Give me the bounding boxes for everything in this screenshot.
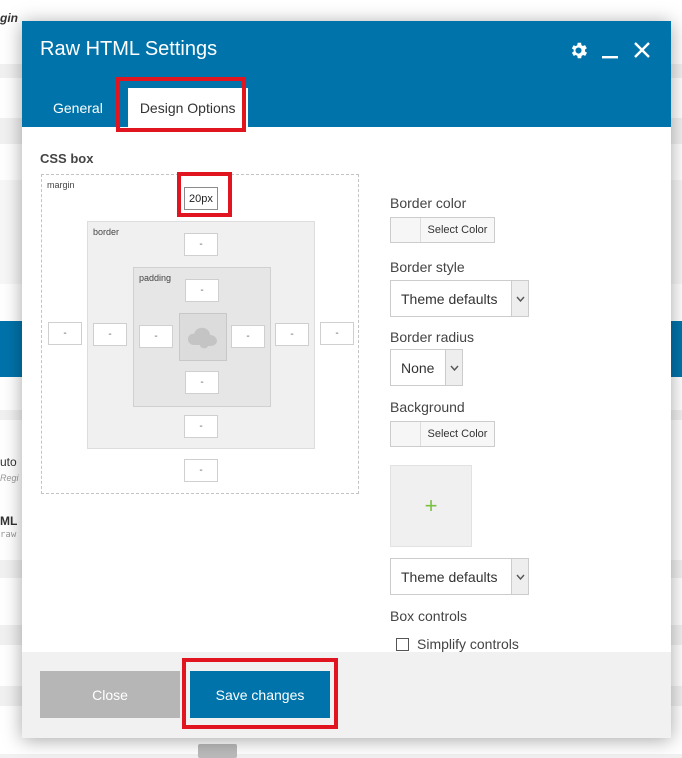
margin-top-input[interactable] [184, 187, 218, 210]
header-controls [567, 39, 653, 61]
minimize-icon[interactable] [599, 39, 621, 61]
border-label: border [93, 227, 120, 237]
chevron-down-icon [511, 281, 528, 316]
border-radius-label: Border radius [390, 329, 475, 345]
select-color-label: Select Color [427, 224, 488, 236]
css-box-padding: padding [133, 267, 271, 407]
modal-title: Raw HTML Settings [40, 38, 218, 60]
close-button[interactable]: Close [40, 671, 180, 718]
css-box-margin: margin border padding [41, 174, 359, 494]
bg-text-fragment: uto [0, 455, 17, 469]
border-radius-value: None [401, 359, 435, 376]
modal-header: Raw HTML Settings General Design Options [22, 21, 671, 127]
simplify-controls-label: Simplify controls [417, 636, 519, 652]
border-color-label: Border color [390, 195, 467, 211]
tab-design-options[interactable]: Design Options [127, 88, 248, 127]
border-style-value: Theme defaults [401, 290, 498, 307]
margin-label: margin [47, 180, 75, 190]
css-box-title: CSS box [40, 151, 94, 166]
padding-label: padding [139, 273, 172, 283]
box-controls-label: Box controls [390, 608, 468, 624]
border-bottom-input[interactable] [184, 415, 218, 438]
simplify-controls-row: Simplify controls [396, 636, 519, 652]
margin-left-input[interactable] [48, 322, 82, 345]
content-placeholder-icon [188, 327, 217, 349]
background-style-value: Theme defaults [401, 568, 498, 585]
modal-tabs: General Design Options [40, 88, 248, 127]
border-radius-select[interactable]: None [390, 349, 463, 386]
border-color-picker[interactable]: Select Color [390, 217, 495, 243]
modal-body: CSS box margin border padding [22, 127, 671, 652]
settings-modal: Raw HTML Settings General Design Options… [22, 21, 671, 738]
bg-text-fragment: ML [0, 514, 18, 528]
background-image-add[interactable]: + [390, 465, 472, 547]
margin-bottom-input[interactable] [184, 459, 218, 482]
border-left-input[interactable] [93, 323, 127, 346]
padding-left-input[interactable] [139, 325, 173, 348]
bg-text-fragment: gin [0, 11, 18, 25]
content-box [179, 313, 227, 361]
chevron-down-icon [511, 559, 528, 594]
background-label: Background [390, 399, 465, 415]
css-box-border: border padding [87, 221, 315, 449]
gear-icon[interactable] [567, 39, 589, 61]
chevron-down-icon [445, 350, 462, 385]
background-style-select[interactable]: Theme defaults [390, 558, 529, 595]
border-style-label: Border style [390, 259, 465, 275]
save-changes-button[interactable]: Save changes [190, 671, 330, 718]
margin-right-input[interactable] [320, 322, 354, 345]
padding-top-input[interactable] [185, 279, 219, 302]
padding-right-input[interactable] [231, 325, 265, 348]
border-top-input[interactable] [184, 233, 218, 256]
modal-footer: Close Save changes [22, 652, 671, 738]
color-swatch [391, 422, 421, 446]
close-icon[interactable] [631, 39, 653, 61]
background-color-picker[interactable]: Select Color [390, 421, 495, 447]
bg-tab-handle [198, 744, 237, 758]
color-swatch [391, 218, 421, 242]
select-color-label: Select Color [427, 428, 488, 440]
bg-text-fragment: Regi [0, 473, 19, 483]
border-style-select[interactable]: Theme defaults [390, 280, 529, 317]
plus-icon: + [424, 493, 438, 518]
simplify-controls-checkbox[interactable] [396, 637, 409, 651]
border-right-input[interactable] [275, 323, 309, 346]
bg-text-fragment: raw [0, 530, 17, 540]
padding-bottom-input[interactable] [185, 371, 219, 394]
tab-general[interactable]: General [40, 88, 114, 127]
